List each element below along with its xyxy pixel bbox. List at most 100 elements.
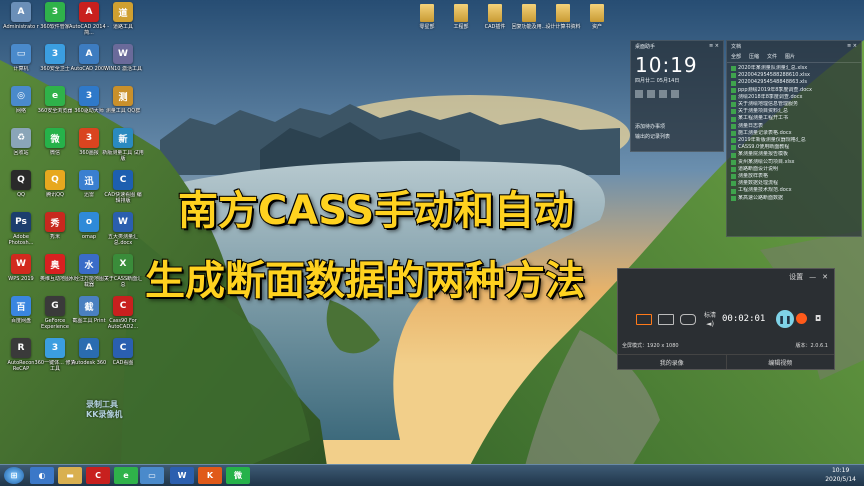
desktop-icon-label: 新版测量工具 试用版 (102, 150, 144, 162)
document-item[interactable]: 2020042954588288610.xlsx (731, 72, 857, 79)
taskbar-app-icon[interactable]: W (170, 467, 194, 484)
app-icon: o (79, 212, 99, 232)
desktop-icon-label: CAD快速看图 编辑排版 (104, 192, 142, 204)
speaker-icon[interactable]: ◄) (706, 320, 714, 328)
recorder-settings-label[interactable]: 设置 (789, 272, 803, 282)
desktop-icon-label: WIN10 激活工具 (103, 66, 143, 72)
recorder-version: 版本：2.0.6.1 (795, 343, 829, 349)
document-item[interactable]: 测量放样表格 (731, 173, 857, 180)
app-icon: ◎ (11, 86, 31, 106)
tray-time[interactable]: 10:19 (825, 466, 856, 475)
document-item[interactable]: 关于测量项目资料汇总 (731, 108, 857, 115)
minimize-icon[interactable]: — (809, 273, 816, 281)
taskbar-app-icon[interactable]: 微 (226, 467, 250, 484)
folder-icon[interactable]: 资产 (582, 4, 612, 30)
document-item[interactable]: 工程测量技术规范.docx (731, 187, 857, 194)
folder-glyph (590, 4, 604, 22)
document-name: ppp测绘2019年8季度调查.docx (738, 86, 812, 93)
taskbar-app-icon[interactable]: ▭ (140, 467, 164, 484)
app-shortcut-icon[interactable] (635, 90, 643, 98)
taskbar-app-icon[interactable]: ▬ (58, 467, 82, 484)
document-item[interactable]: 某工程测量工程开工书 (731, 115, 857, 122)
app-icon: X (113, 254, 133, 274)
desktop-icon[interactable]: C Cass90 For AutoCAD2... (102, 296, 144, 330)
desktop-icon[interactable]: W WIN10 激活工具 (102, 44, 144, 78)
system-tray: 10:19 2020/5/14 (825, 466, 856, 484)
taskbar-app-icon[interactable]: ◐ (30, 467, 54, 484)
folder-icon[interactable]: 回复功能及用... (511, 4, 547, 30)
app-icon: 3 (45, 44, 65, 64)
tray-date[interactable]: 2020/5/14 (825, 475, 856, 484)
folder-glyph (488, 4, 502, 22)
desktop-icon-label: 五大类测量汇总.docx (107, 234, 138, 246)
document-item[interactable]: 某测量院测量报告模板 (731, 151, 857, 158)
tab-images[interactable]: 图片 (785, 53, 795, 60)
region-mode-icon[interactable] (658, 314, 674, 325)
app-shortcut-icon[interactable] (647, 90, 655, 98)
camera-icon[interactable]: ◘ (815, 314, 821, 323)
desktop-icon-label: CAD看图 (112, 360, 134, 366)
document-item[interactable]: 施工测量记录表格.docx (731, 130, 857, 137)
document-item[interactable]: 贵州某测绘公司项目.xlsx (731, 159, 857, 166)
desktop-icon[interactable]: X 关于CASS断面汇总 (102, 254, 144, 288)
widget-menu-icon[interactable]: ≡ × (709, 43, 719, 49)
file-icon (731, 123, 736, 129)
desktop-icon[interactable]: W 五大类测量汇总.docx (102, 212, 144, 246)
video-title-line-2: 生成断面数据的两种方法 (144, 257, 586, 305)
document-name: 贵州某测绘公司项目.xlsx (738, 158, 795, 165)
app-shortcut-icon[interactable] (659, 90, 667, 98)
document-item[interactable]: 2020年某测量队测量汇总.xlsx (731, 65, 857, 72)
app-icon: A (79, 2, 99, 22)
desktop-icon[interactable]: 道道路工具 (102, 2, 144, 36)
desktop-icon-label: 关于CASS断面汇总 (103, 276, 143, 288)
document-item[interactable]: 道路断面设计说明 (731, 166, 857, 173)
desktop-icon[interactable]: 新新版测量工具 试用版 (102, 128, 144, 162)
taskbar-app-icon[interactable]: K (198, 467, 222, 484)
screen-mode-icon[interactable] (636, 314, 652, 325)
my-recordings-button[interactable]: 我的录像 (618, 355, 726, 369)
add-todo-link[interactable]: 添加待办事项 (635, 122, 719, 132)
pause-button[interactable]: ❚❚ (776, 310, 794, 328)
document-item[interactable]: 测量数据处理流程 (731, 180, 857, 187)
app-icon: 3 (45, 2, 65, 22)
folder-label: 回复功能及用... (511, 24, 547, 30)
folder-label: 设计计算书资料 (545, 24, 581, 30)
document-item[interactable]: ppp测绘2019年8季度调查.docx (731, 87, 857, 94)
edit-video-button[interactable]: 编辑视频 (725, 355, 835, 369)
document-name: 某工程测量工程开工书 (738, 115, 789, 122)
app-icon: 微 (45, 128, 65, 148)
folder-icon[interactable]: 零星部 (412, 4, 442, 30)
app-shortcut-icon[interactable] (671, 90, 679, 98)
folder-icon[interactable]: 工程部 (446, 4, 476, 30)
app-icon: 新 (113, 128, 133, 148)
document-name: 测量数据处理流程 (738, 180, 779, 187)
quality-label[interactable]: 标清 (704, 310, 716, 319)
taskbar-app-icon[interactable]: e (114, 467, 138, 484)
game-mode-icon[interactable] (680, 314, 696, 325)
tab-compressed[interactable]: 压缩 (749, 53, 759, 60)
document-item[interactable]: CASS9.0使用断面教程 (731, 144, 857, 151)
folder-label: 工程部 (453, 24, 469, 30)
widget-menu-icon[interactable]: ≡ × (847, 43, 857, 49)
stop-button[interactable] (796, 313, 807, 324)
desktop-icon[interactable]: C CAD看图 (102, 338, 144, 372)
document-item[interactable]: 某高速公路断面数据 (731, 195, 857, 202)
tab-files[interactable]: 文件 (767, 53, 777, 60)
document-item[interactable]: 2019年新版测量仪器规格汇总 (731, 137, 857, 144)
desktop-icon[interactable]: C CAD快速看图 编辑排版 (102, 170, 144, 204)
taskbar-app-icon[interactable]: C (86, 467, 110, 484)
document-item[interactable]: 2020042954548848863.xls (731, 79, 857, 86)
app-icon: Q (45, 170, 65, 190)
documents-widget: 文档 ≡ × 全部 压缩 文件 图片 2020年某测量队测量汇总.xlsx 2020… (726, 40, 862, 237)
document-name: 某高速公路断面数据 (738, 194, 784, 201)
folder-icon[interactable]: CAD插件 (480, 4, 510, 30)
tab-all[interactable]: 全部 (731, 53, 741, 60)
document-item[interactable]: 关于测绘地理信息管理服务 (731, 101, 857, 108)
desktop-icon[interactable]: 测测量工具 QQ群 (102, 86, 144, 120)
close-icon[interactable]: ✕ (822, 273, 828, 281)
document-item[interactable]: 测量日志表 (731, 123, 857, 130)
start-button[interactable]: ⊞ (4, 467, 24, 484)
document-item[interactable]: 测绘2018年8季度调查.docx (731, 94, 857, 101)
folder-icon[interactable]: 设计计算书资料 (545, 4, 581, 30)
output-record-link[interactable]: 输出的记录列表 (635, 132, 719, 142)
